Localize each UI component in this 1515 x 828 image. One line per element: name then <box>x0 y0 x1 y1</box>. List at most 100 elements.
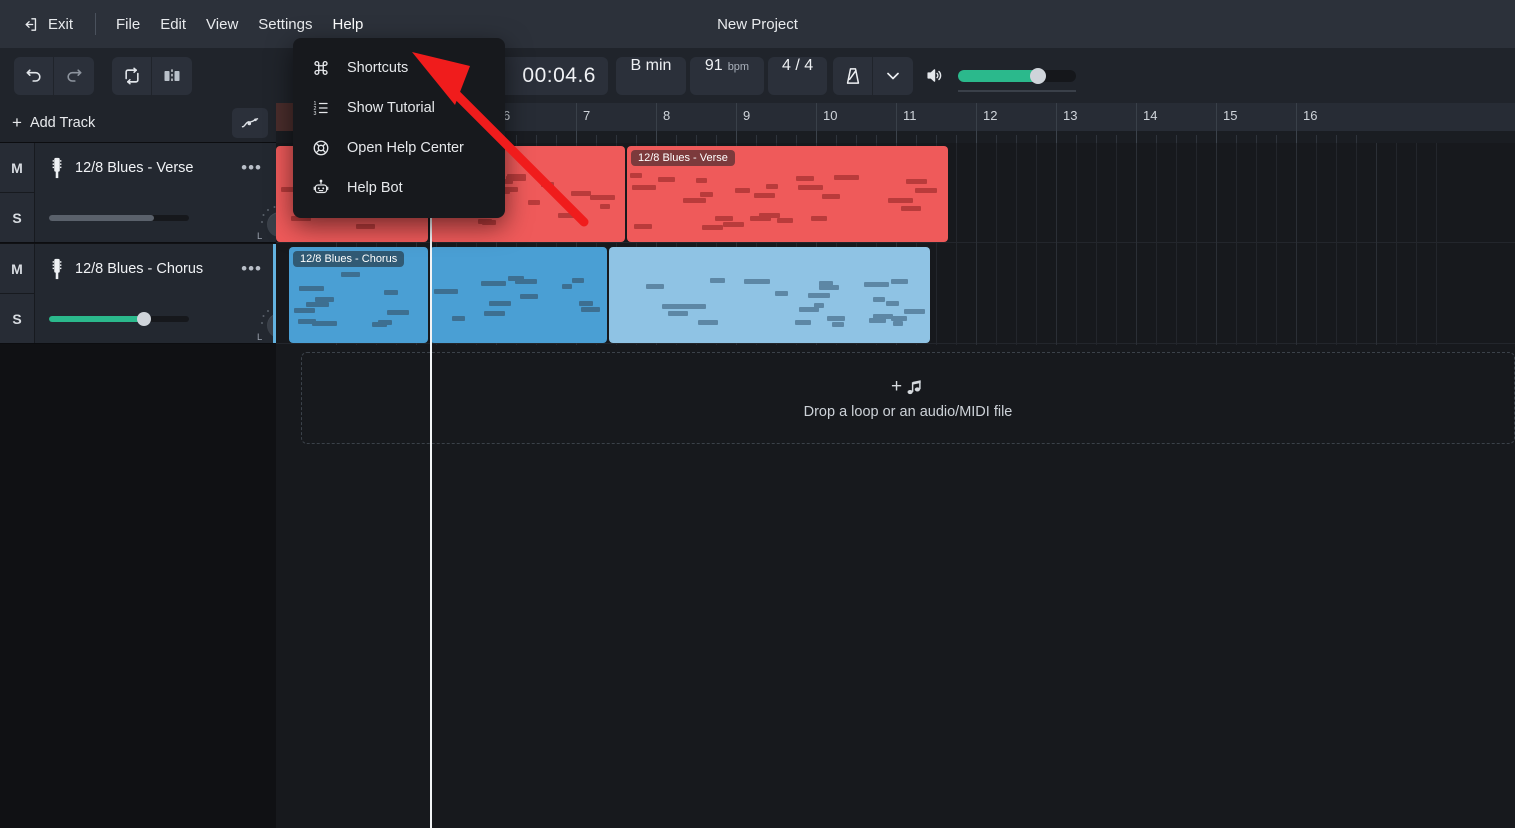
timeline-clip[interactable]: 12/8 Blues - Chorus <box>289 247 428 343</box>
ruler-tick <box>1336 135 1337 143</box>
undo-button[interactable] <box>14 56 54 95</box>
exit-label: Exit <box>48 15 74 33</box>
ruler-tick <box>716 135 717 143</box>
midi-note <box>571 191 591 196</box>
loop-button[interactable] <box>112 56 152 95</box>
exit-button[interactable]: Exit <box>14 12 81 37</box>
midi-note <box>864 282 889 287</box>
time-signature-field[interactable]: 4 / 4 <box>768 56 828 95</box>
grid-line <box>1216 143 1217 345</box>
snap-button[interactable] <box>152 57 192 95</box>
grid-line <box>1236 143 1237 345</box>
menu-option-open-help-center[interactable]: Open Help Center <box>293 128 505 168</box>
midi-note <box>581 307 600 312</box>
grid-line <box>996 143 997 345</box>
midi-note <box>901 206 921 211</box>
timeline-clip[interactable] <box>609 247 930 343</box>
midi-note <box>893 321 903 326</box>
track-options-button[interactable]: ••• <box>237 158 266 178</box>
timeline-clip[interactable] <box>430 247 607 343</box>
menu-item-settings[interactable]: Settings <box>248 11 322 38</box>
midi-note <box>834 175 859 180</box>
ruler-bar-separator <box>656 103 657 131</box>
midi-note <box>775 291 788 296</box>
automation-button[interactable] <box>232 108 268 138</box>
metronome-options-button[interactable] <box>873 57 913 95</box>
menu-option-label: Open Help Center <box>347 140 464 156</box>
ruler-tick <box>696 135 697 143</box>
solo-button[interactable]: S <box>0 294 34 343</box>
add-track-button[interactable]: + Add Track <box>12 114 95 131</box>
drop-zone-label: Drop a loop or an audio/MIDI file <box>803 404 1013 420</box>
ruler-bar-separator <box>896 103 897 131</box>
ruler-bar-label: 8 <box>663 108 671 123</box>
track-header[interactable]: M S 12/8 Blues - Verse ••• L <box>0 143 301 243</box>
grid-line <box>1176 143 1177 345</box>
menu-item-edit[interactable]: Edit <box>150 11 196 38</box>
midi-note <box>698 320 718 325</box>
key-signature-field[interactable]: B min <box>616 56 686 95</box>
track-name[interactable]: 12/8 Blues - Verse <box>75 160 227 176</box>
ruler-tick <box>1116 135 1117 143</box>
midi-note <box>700 192 713 197</box>
ruler-tick <box>616 135 617 143</box>
midi-note <box>869 318 886 323</box>
clip-label: 12/8 Blues - Chorus <box>293 251 405 267</box>
tempo-field[interactable]: 91 bpm <box>690 56 764 95</box>
redo-button[interactable] <box>54 57 94 95</box>
track-volume-fader[interactable] <box>49 215 189 221</box>
menu-option-shortcuts[interactable]: Shortcuts <box>293 48 505 88</box>
menu-item-file[interactable]: File <box>106 11 150 38</box>
midi-note <box>796 176 814 181</box>
menu-item-view[interactable]: View <box>196 11 248 38</box>
ruler-bar-label: 10 <box>823 108 838 123</box>
track-bottom-row: L R <box>35 193 301 243</box>
ruler-tick <box>1276 135 1277 143</box>
speaker-icon[interactable] <box>925 66 944 85</box>
ruler-tick <box>636 135 637 143</box>
master-volume-slider[interactable] <box>958 67 1076 92</box>
drop-zone[interactable]: + Drop a loop or an audio/MIDI file <box>301 352 1515 444</box>
track-header[interactable]: M S 12/8 Blues - Chorus ••• L <box>0 244 301 344</box>
grid-line <box>1136 143 1137 345</box>
midi-note <box>600 204 610 209</box>
menu-option-show-tutorial[interactable]: 1 2 3 Show Tutorial <box>293 88 505 128</box>
menu-option-help-bot[interactable]: Help Bot <box>293 168 505 208</box>
midi-note <box>811 216 827 221</box>
grid-line <box>1356 143 1357 345</box>
metronome-button[interactable] <box>833 56 873 95</box>
midi-note <box>723 222 744 227</box>
midi-note <box>558 213 580 218</box>
midi-note <box>356 224 375 229</box>
menu-option-label: Help Bot <box>347 180 403 196</box>
midi-note <box>766 184 778 189</box>
ruler-tick <box>536 135 537 143</box>
midi-note <box>481 281 506 286</box>
ruler-bar-separator <box>1056 103 1057 131</box>
track-ms-column: M S <box>0 244 35 343</box>
grid-line <box>1336 143 1337 345</box>
grid-line <box>1396 143 1397 345</box>
grid-line <box>976 143 977 345</box>
track-options-button[interactable]: ••• <box>237 259 266 279</box>
grid-line <box>1436 143 1437 345</box>
add-track-bar: + Add Track <box>0 103 276 143</box>
timeline-grid[interactable] <box>276 143 1515 828</box>
ruler-bar-label: 16 <box>1303 108 1318 123</box>
mute-button[interactable]: M <box>0 244 34 294</box>
menu-item-help[interactable]: Help <box>323 11 374 38</box>
mute-button[interactable]: M <box>0 143 34 193</box>
guitar-icon <box>49 258 65 280</box>
timeline-clip[interactable]: 12/8 Blues - Verse <box>627 146 948 242</box>
ruler-tick <box>656 131 657 143</box>
midi-note <box>696 178 707 183</box>
solo-button[interactable]: S <box>0 193 34 242</box>
grid-line <box>1116 143 1117 345</box>
svg-text:3: 3 <box>314 111 317 117</box>
ruler-bar-separator <box>576 103 577 131</box>
midi-note <box>434 289 458 294</box>
track-volume-fader[interactable] <box>49 312 189 326</box>
midi-note <box>482 220 496 225</box>
grid-line <box>1016 143 1017 345</box>
track-name[interactable]: 12/8 Blues - Chorus <box>75 261 227 277</box>
